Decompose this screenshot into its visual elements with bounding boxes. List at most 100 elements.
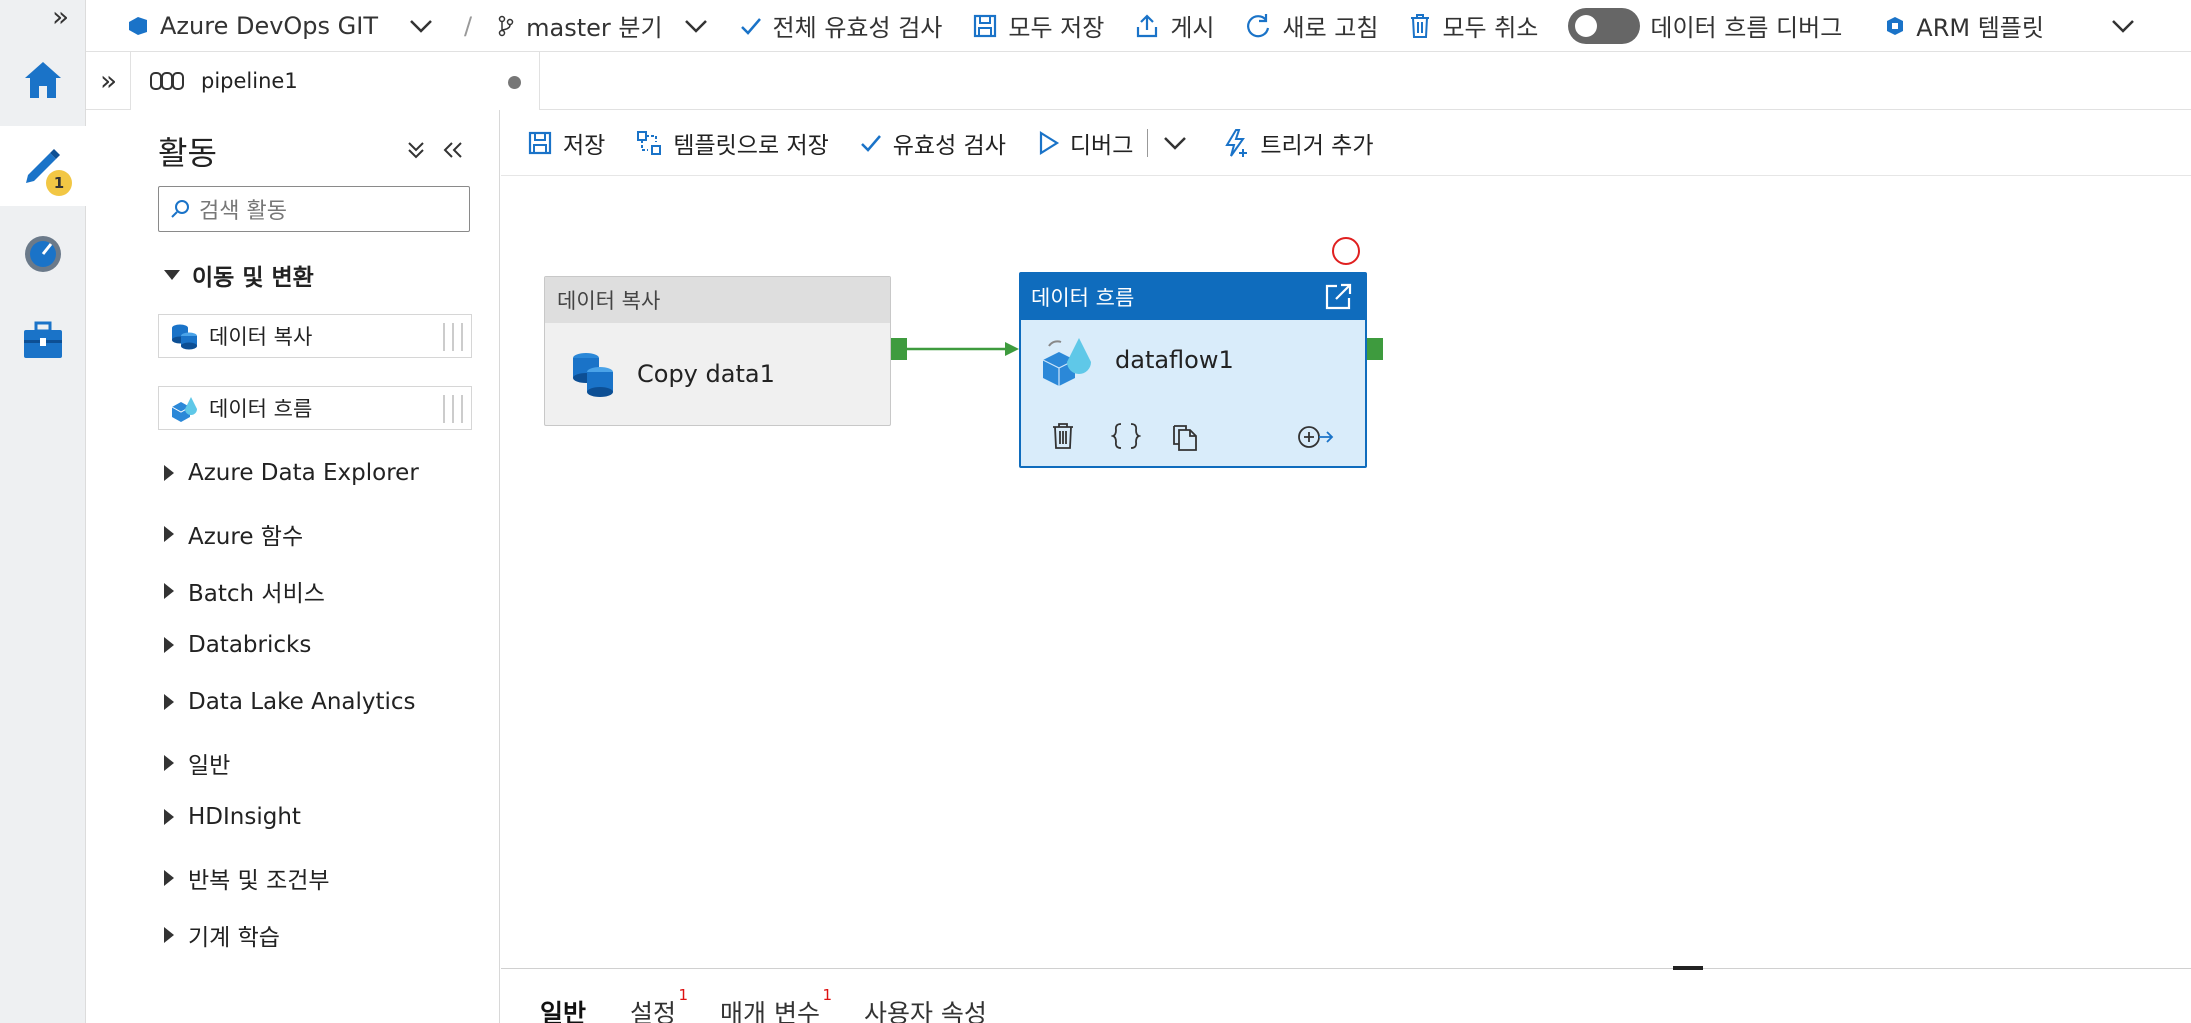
activity-data-flow[interactable]: 데이터 흐름 [158,386,472,430]
success-output-port[interactable] [1367,338,1383,360]
chevron-down-icon [410,19,432,33]
category-general[interactable]: 일반 [164,746,230,780]
template-icon [637,130,662,155]
node-name: Copy data1 [637,360,775,388]
save-as-template-label: 템플릿으로 저장 [673,132,829,159]
chevron-down-icon [684,19,707,33]
dataflow-debug-toggle[interactable]: 데이터 흐름 디버그 [1568,7,1843,44]
activities-title: 활동 [158,134,217,172]
tab-general[interactable]: 일반 [540,994,586,1023]
node-name: dataflow1 [1115,346,1234,374]
tab-parameters[interactable]: 매개 변수 1 [720,986,832,1023]
category-azure-data-explorer[interactable]: Azure Data Explorer [164,460,419,486]
category-batch-service[interactable]: Batch 서비스 [164,574,325,608]
category-label: Azure 함수 [188,524,304,550]
devops-icon [129,16,147,35]
save-as-template-button[interactable]: 템플릿으로 저장 [635,126,829,160]
debug-label: 디버그 [1069,132,1134,159]
validation-error-marker[interactable] [1332,237,1360,265]
search-icon [171,200,189,218]
activity-node-data-flow[interactable]: 데이터 흐름 dataflow1 [1019,272,1367,468]
save-button[interactable]: 저장 [527,126,605,160]
caret-right-icon [164,637,174,653]
discard-all-button[interactable]: 모두 취소 [1408,8,1538,43]
properties-divider [501,968,2191,969]
home-icon [25,62,61,98]
checkmark-icon [740,17,761,35]
toolbar-separator [1147,128,1149,157]
add-output-icon[interactable] [1297,424,1335,450]
author-nav-item[interactable]: 1 [0,126,86,206]
validate-button[interactable]: 유효성 검사 [859,126,1006,160]
search-placeholder: 검색 활동 [199,199,287,224]
tab-label: pipeline1 [201,69,298,93]
pipeline-toolbar: 저장 템플릿으로 저장 유효성 검사 디버그 트리거 추가 [501,110,2191,176]
publish-button[interactable]: 게시 [1134,8,1214,43]
debug-switch[interactable] [1568,7,1641,44]
tab-user-properties[interactable]: 사용자 속성 [864,994,987,1023]
refresh-button[interactable]: 새로 고침 [1244,8,1378,43]
caret-right-icon [164,755,174,771]
category-iteration-conditionals[interactable]: 반복 및 조건부 [164,861,330,895]
monitor-gauge-icon [25,236,61,272]
save-label: 저장 [563,132,606,159]
category-machine-learning[interactable]: 기계 학습 [164,918,280,952]
home-nav-item[interactable] [0,40,86,120]
group-move-transform[interactable]: 이동 및 변환 [164,258,314,292]
caret-right-icon [164,526,174,542]
refresh-label: 새로 고침 [1282,14,1379,42]
tab-settings[interactable]: 설정 1 [630,986,688,1023]
copy-data-icon [573,353,613,397]
caret-right-icon [164,927,174,943]
caret-right-icon [164,809,174,825]
debug-button[interactable]: 디버그 [1036,126,1133,160]
validate-all-button[interactable]: 전체 유효성 검사 [739,8,942,43]
author-badge: 1 [46,170,72,196]
properties-tabs: 일반 설정 1 매개 변수 1 사용자 속성 [540,986,987,1023]
arm-template-menu[interactable]: ARM 템플릿 [1884,8,2136,43]
repo-selector[interactable]: Azure DevOps GIT [126,12,434,40]
chevron-down-icon[interactable] [1162,134,1188,152]
monitor-nav-item[interactable] [0,214,86,294]
chevron-down-icon [2112,19,2134,33]
dataflow-debug-label: 데이터 흐름 디버그 [1650,14,1843,42]
validate-label: 유효성 검사 [892,132,1006,159]
activity-node-copy-data[interactable]: 데이터 복사 Copy data1 [544,276,891,426]
resize-handle[interactable] [1673,966,1703,970]
expand-nav-button[interactable]: » [52,0,69,33]
checkmark-icon [860,134,881,152]
caret-right-icon [164,870,174,886]
lightning-icon [1225,128,1248,157]
category-azure-functions[interactable]: Azure 함수 [164,517,303,551]
expand-resources-button[interactable]: » [100,64,117,97]
activity-copy-data[interactable]: 데이터 복사 [158,314,472,358]
drag-grip[interactable] [443,323,463,351]
hide-panel-icon[interactable] [442,140,464,160]
toolbox-icon [24,321,62,358]
dependency-connector[interactable] [905,338,1023,360]
left-nav-rail: » 1 [0,0,86,1023]
manage-nav-item[interactable] [0,300,86,380]
category-hdinsight[interactable]: HDInsight [164,804,301,830]
collapse-all-icon[interactable] [406,140,426,160]
data-flow-icon [1042,338,1091,386]
category-label: HDInsight [188,804,301,830]
pipeline-icon [150,72,184,90]
category-data-lake-analytics[interactable]: Data Lake Analytics [164,689,416,715]
add-trigger-button[interactable]: 트리거 추가 [1222,126,1374,160]
open-external-icon[interactable] [1323,282,1353,312]
adf-author-window: » 1 Azure DevOps GIT / master 분기 전체 유효성 … [0,0,2191,1023]
code-braces-icon[interactable] [1111,422,1141,450]
category-databricks[interactable]: Databricks [164,632,311,658]
save-all-button[interactable]: 모두 저장 [972,8,1104,43]
category-label: 일반 [188,753,231,779]
branch-selector[interactable]: master 분기 [496,8,708,43]
path-separator: / [464,11,473,40]
clone-icon[interactable] [1171,422,1199,452]
delete-icon[interactable] [1051,422,1075,450]
upload-icon [1137,13,1158,37]
drag-grip[interactable] [443,395,463,423]
activity-search-input[interactable]: 검색 활동 [158,186,470,232]
tab-pipeline1[interactable]: pipeline1 [130,52,540,110]
caret-right-icon [164,465,174,481]
